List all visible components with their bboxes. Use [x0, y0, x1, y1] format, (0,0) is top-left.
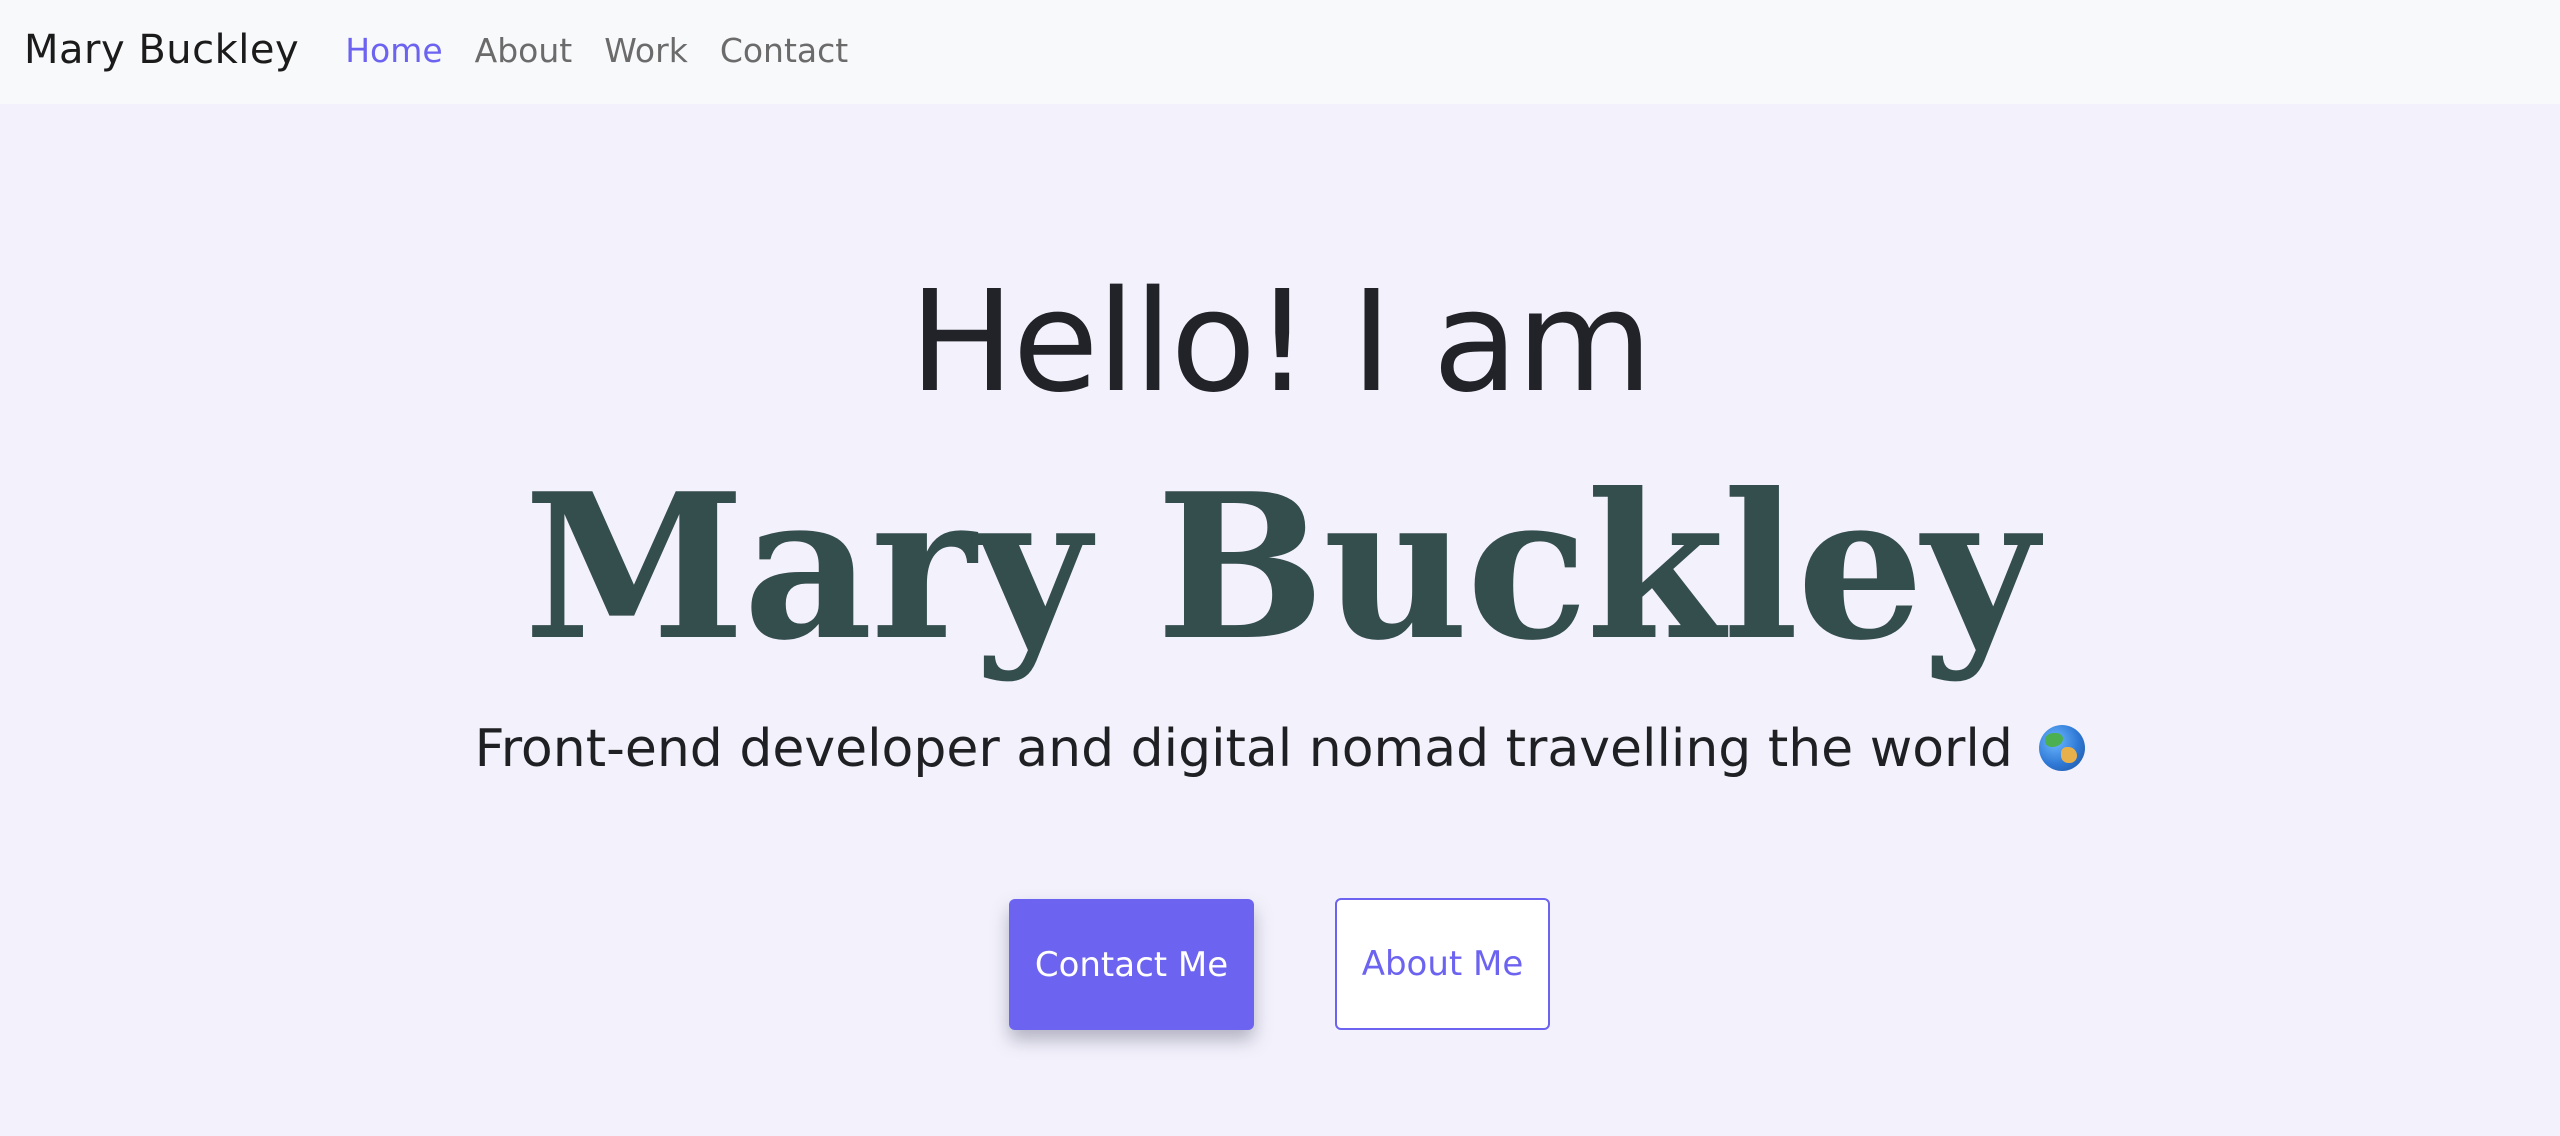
- nav-link-contact[interactable]: Contact: [720, 31, 848, 70]
- nav-link-work[interactable]: Work: [604, 31, 688, 70]
- hero-name: Mary Buckley: [523, 450, 2038, 685]
- hero-tagline: Front-end developer and digital nomad tr…: [0, 714, 2560, 784]
- about-me-button[interactable]: About Me: [1335, 898, 1550, 1030]
- globe-icon: [2039, 725, 2086, 771]
- navbar: Mary Buckley Home About Work Contact: [0, 0, 2560, 104]
- brand-link[interactable]: Mary Buckley: [24, 27, 299, 73]
- hero-greeting: Hello! I am: [909, 261, 1652, 424]
- nav-link-about[interactable]: About: [475, 31, 573, 70]
- nav-links: Home About Work Contact: [345, 31, 848, 72]
- contact-me-button[interactable]: Contact Me: [1009, 899, 1254, 1030]
- tagline-text: Front-end developer and digital nomad tr…: [474, 719, 2013, 779]
- nav-link-home[interactable]: Home: [345, 31, 442, 70]
